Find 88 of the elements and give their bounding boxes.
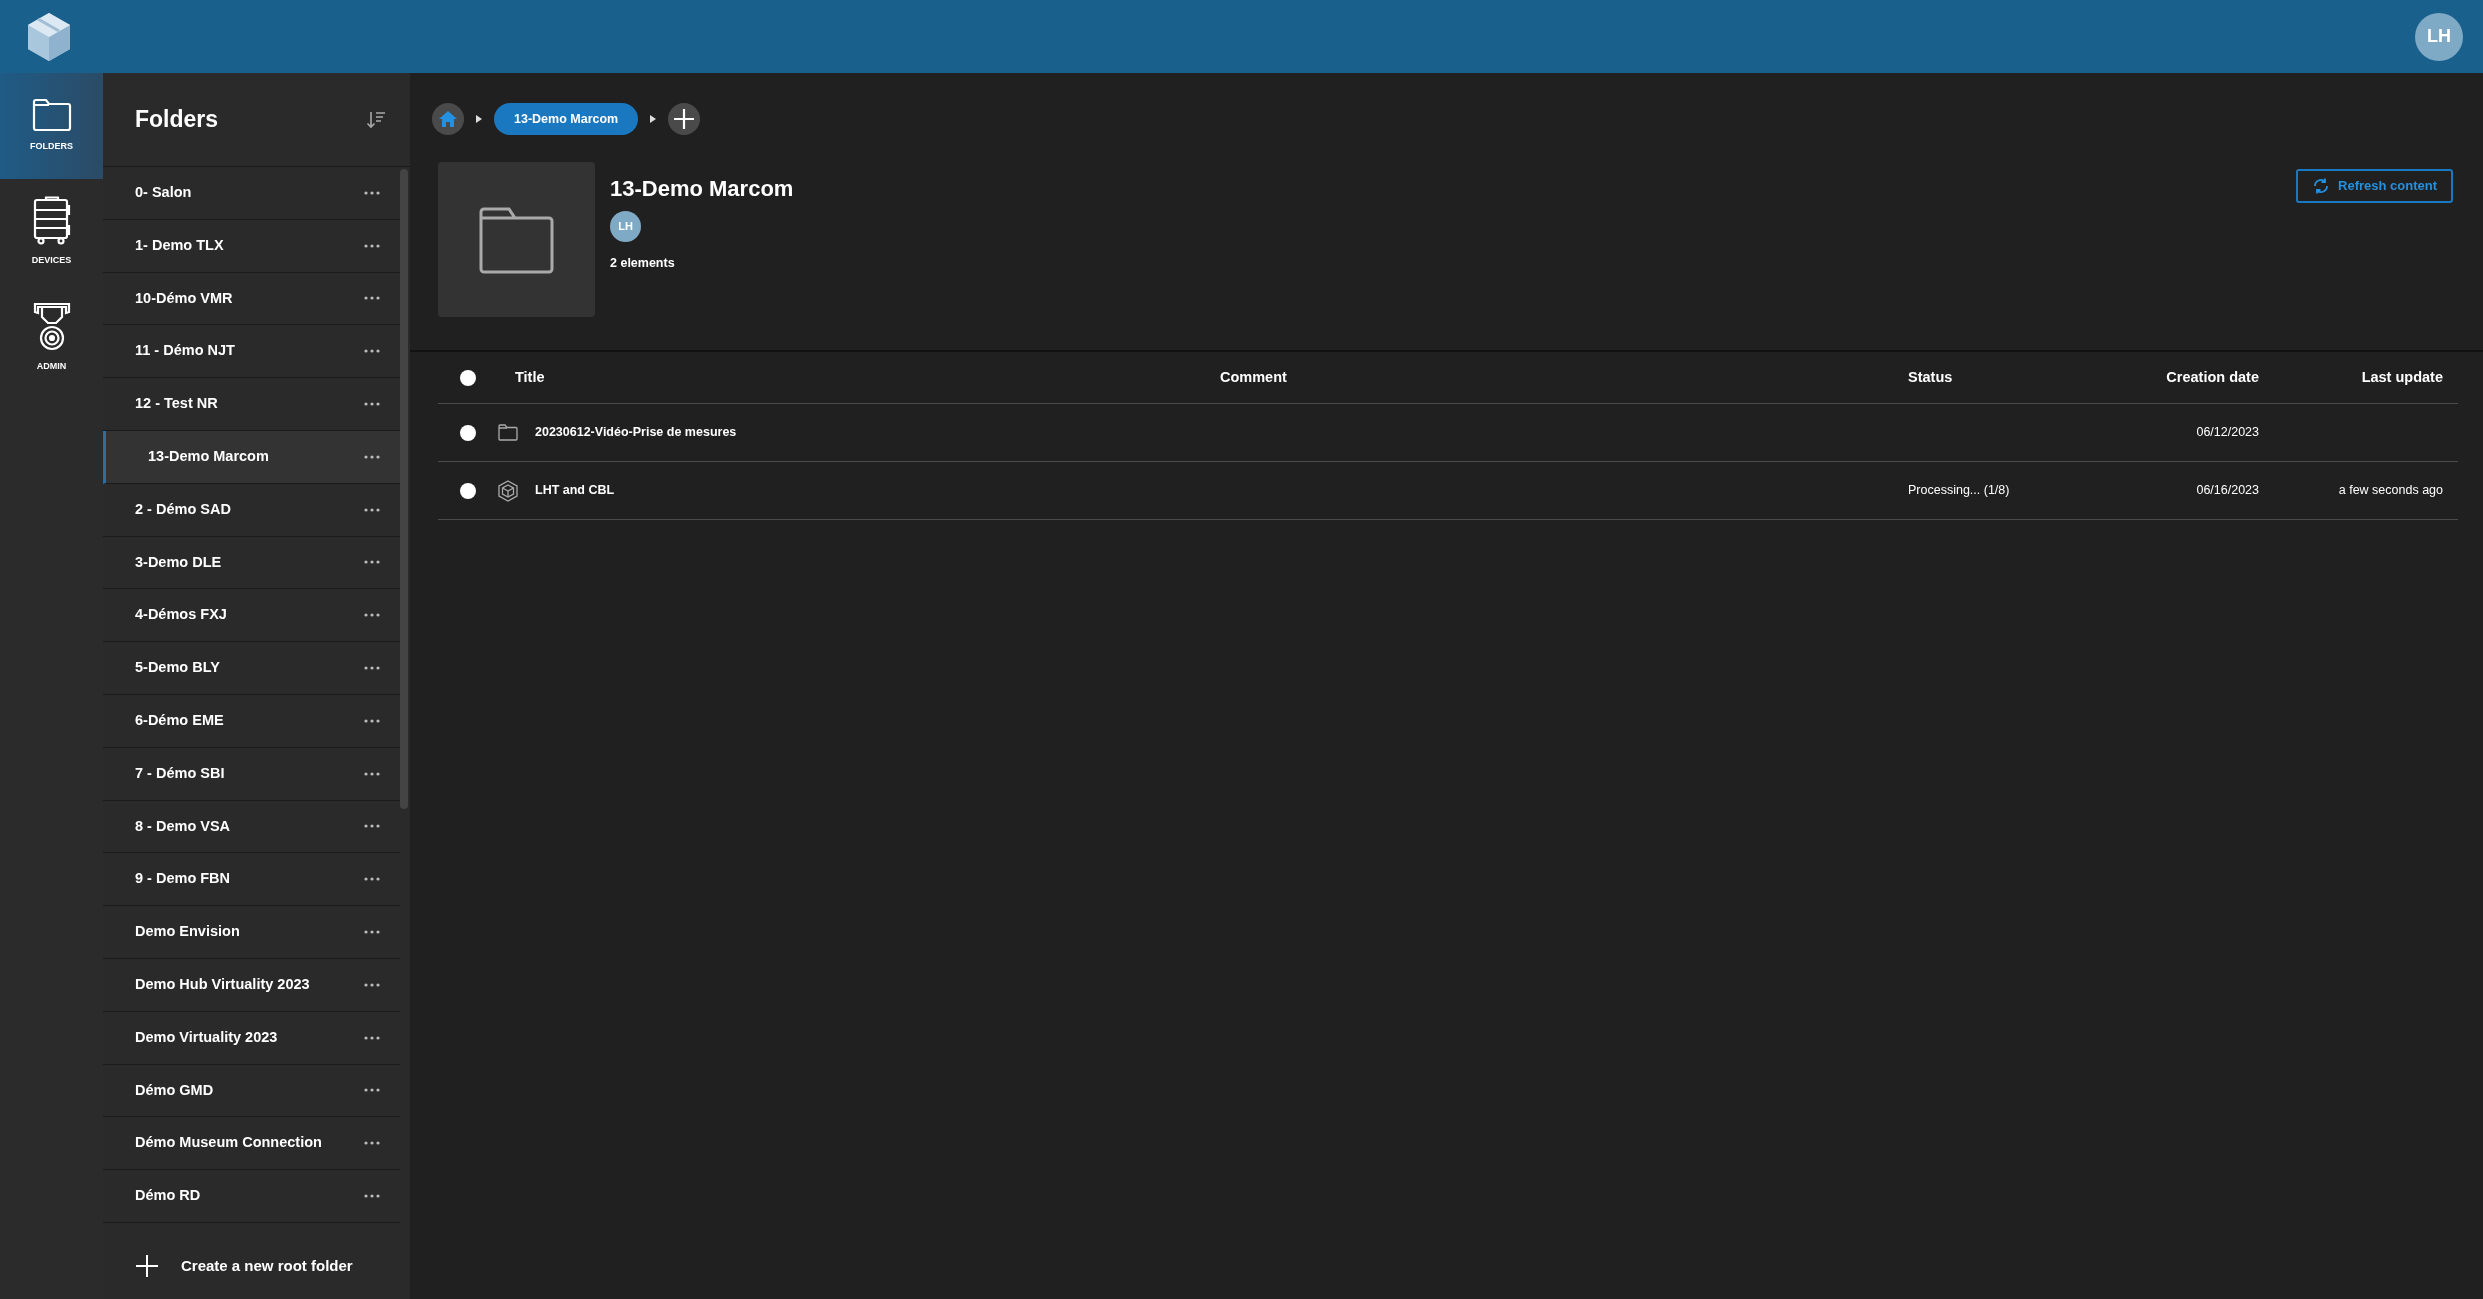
folder-name: 1- Demo TLX [135, 235, 224, 255]
folder-title: 13-Demo Marcom [610, 175, 795, 203]
scrollbar-thumb[interactable] [400, 169, 408, 809]
table-cell-text: 06/16/2023 [2195, 482, 2259, 500]
folder-list-item[interactable]: 9 - Demo FBN [103, 853, 400, 907]
refresh-icon [2312, 176, 2331, 195]
column-header[interactable]: Comment [1220, 366, 1908, 389]
more-options-icon[interactable] [364, 190, 380, 195]
more-options-icon[interactable] [364, 824, 380, 829]
table-cell-text: 06/12/2023 [2195, 424, 2259, 442]
folder-list-item[interactable]: Démo Museum Connection [103, 1117, 400, 1171]
more-options-icon[interactable] [364, 507, 380, 512]
folder-list-item[interactable]: 8 - Demo VSA [103, 800, 400, 854]
folder-icon [498, 424, 518, 441]
folder-icon [31, 98, 72, 133]
more-options-icon[interactable] [364, 877, 380, 882]
owner-avatar: LH [610, 211, 641, 242]
more-options-icon[interactable] [364, 1088, 380, 1093]
folder-name: Démo RD [135, 1186, 201, 1206]
folder-name: Demo Envision [135, 922, 240, 942]
medal-icon [32, 302, 71, 353]
more-options-icon[interactable] [364, 243, 380, 248]
more-options-icon[interactable] [364, 982, 380, 987]
more-options-icon[interactable] [364, 613, 380, 618]
cube-logo [26, 10, 72, 63]
folder-name: Demo Virtuality 2023 [135, 1027, 278, 1047]
more-options-icon[interactable] [364, 1194, 380, 1199]
add-button[interactable] [668, 103, 701, 135]
plus-icon [674, 109, 695, 129]
item-title[interactable]: 20230612-Vidéo-Prise de mesures [535, 423, 737, 442]
more-options-icon[interactable] [364, 402, 380, 407]
panel-title: Folders [135, 105, 219, 135]
caret-icon [476, 115, 482, 123]
folder-name: 5-Demo BLY [135, 658, 220, 678]
column-header[interactable]: Title [498, 366, 1220, 389]
hexagon-cube-icon [498, 479, 518, 502]
folder-name: 3-Demo DLE [135, 552, 222, 572]
plus-icon [135, 1254, 159, 1278]
folder-name: 9 - Demo FBN [135, 869, 231, 889]
home-button[interactable] [432, 103, 464, 135]
select-radio[interactable] [460, 424, 476, 441]
refresh-content-button[interactable]: Refresh content [2296, 169, 2453, 203]
folder-name: 6-Démo EME [135, 711, 224, 730]
folder-name: 11 - Démo NJT [135, 341, 235, 361]
more-options-icon[interactable] [364, 560, 380, 565]
breadcrumb-chip[interactable]: 13-Demo Marcom [494, 103, 639, 135]
select-radio[interactable] [460, 369, 476, 386]
folder-name: Demo Hub Virtuality 2023 [135, 974, 310, 994]
more-options-icon[interactable] [364, 771, 380, 776]
caret-icon [650, 115, 657, 123]
column-header[interactable]: Creation date [2058, 366, 2259, 389]
nav-rail-tab[interactable]: ADMIN [0, 285, 103, 391]
more-options-icon[interactable] [364, 454, 380, 459]
home-icon [439, 111, 457, 127]
select-radio[interactable] [460, 482, 476, 499]
folder-list-item[interactable]: Demo Envision [103, 906, 400, 959]
folder-name: 7 - Démo SBI [135, 763, 225, 783]
folder-list-item[interactable]: Démo RD [103, 1170, 400, 1223]
folder-list-item[interactable]: Demo Virtuality 2023 [103, 1011, 400, 1065]
table-cell-text: a few seconds ago [2337, 482, 2443, 500]
folder-list-item[interactable]: Demo Hub Virtuality 2023 [103, 958, 400, 1012]
sort-icon[interactable] [366, 109, 386, 130]
folder-list-item[interactable]: Démo GMD [103, 1064, 400, 1118]
more-options-icon[interactable] [364, 1035, 380, 1040]
nav-rail-tab[interactable]: DEVICES [0, 179, 103, 285]
folder-name: 10-Démo VMR [135, 288, 233, 308]
folder-name: Démo Museum Connection [135, 1133, 322, 1153]
folder-list-item[interactable]: 13-Demo Marcom [103, 431, 400, 484]
column-header[interactable]: Last update [2259, 366, 2443, 389]
item-title[interactable]: LHT and CBL [535, 481, 615, 500]
column-header[interactable]: Status [1908, 366, 2058, 389]
more-options-icon[interactable] [364, 1141, 380, 1146]
nav-rail-tab[interactable]: FOLDERS [0, 73, 103, 179]
more-options-icon[interactable] [364, 349, 380, 354]
more-options-icon[interactable] [364, 718, 380, 723]
folder-name: 8 - Demo VSA [135, 816, 231, 836]
more-options-icon[interactable] [364, 930, 380, 935]
rolling-case-icon [32, 196, 71, 247]
element-count: 2 elements [610, 255, 676, 272]
more-options-icon[interactable] [364, 666, 380, 671]
folder-name: 13-Demo Marcom [148, 447, 269, 466]
more-options-icon[interactable] [364, 296, 380, 301]
folder-name: 0- Salon [135, 183, 192, 202]
folder-name: Démo GMD [135, 1080, 214, 1100]
folder-name: 12 - Test NR [135, 394, 218, 414]
folder-name: 4-Démos FXJ [135, 605, 227, 625]
table-cell-text: Processing... (1/8) [1908, 482, 2011, 500]
folder-name: 2 - Démo SAD [135, 499, 231, 519]
